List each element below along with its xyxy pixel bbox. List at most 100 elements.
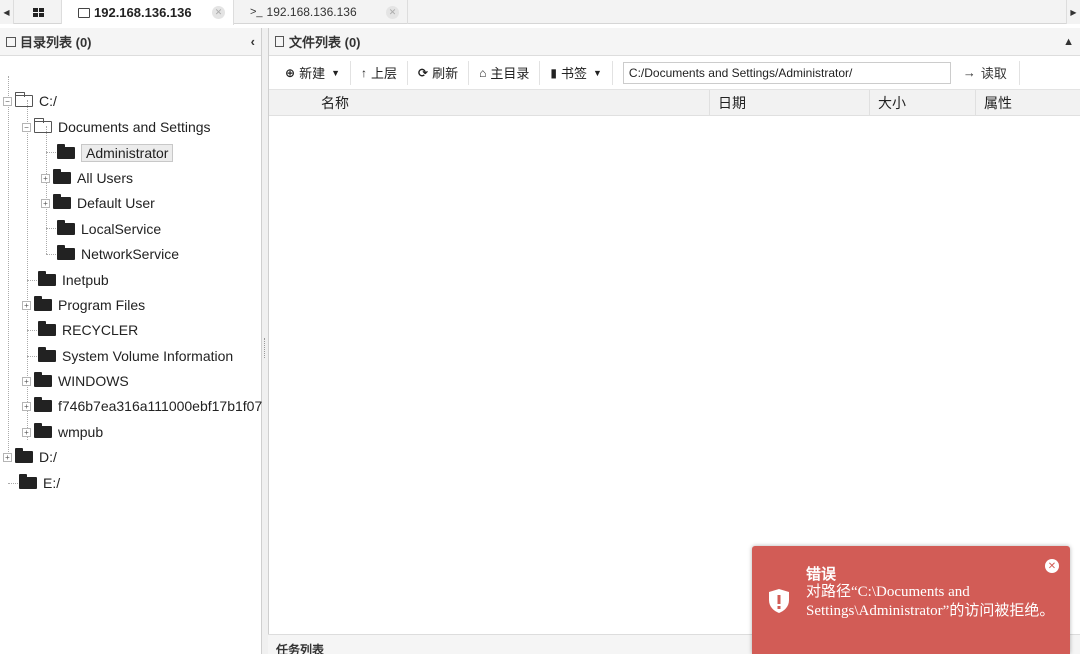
tree-node-all-users[interactable]: + All Users <box>41 166 133 190</box>
tree-node-label: RECYCLER <box>62 322 139 338</box>
file-list-header: 文件列表 (0) ▲ <box>269 28 1080 56</box>
file-toolbar: ⊕ 新建 ▼ ↑ 上层 ⟳ 刷新 ⌂ 主目录 ▮ 书签 ▼ C:/Documen… <box>269 56 1080 90</box>
new-button-label: 新建 <box>299 66 326 81</box>
expand-toggle-icon[interactable]: + <box>41 173 50 183</box>
folder-icon <box>38 271 56 286</box>
tree-node-default-user[interactable]: + Default User <box>41 191 155 215</box>
refresh-button[interactable]: ⟳ 刷新 <box>408 60 470 85</box>
folder-outline-icon <box>6 36 16 47</box>
folder-open-icon <box>15 92 33 107</box>
tree-node-administrator[interactable]: Administrator <box>57 141 174 165</box>
tree-node-d[interactable]: + D:/ <box>3 445 57 469</box>
toast-message: 对路径“C:\Documents and Settings\Administra… <box>806 584 1055 619</box>
column-name[interactable]: 名称 <box>313 90 349 116</box>
close-icon[interactable]: ✕ <box>386 5 399 19</box>
bookmark-button-label: 书签 <box>560 66 587 81</box>
file-list-title: 文件列表 (0) <box>289 35 361 50</box>
tree-node-label: Program Files <box>58 297 146 313</box>
tree-node-label: System Volume Information <box>62 348 234 364</box>
tab-file-manager-label: 192.168.136.136 <box>94 5 192 20</box>
directory-panel-title: 目录列表 (0) <box>20 35 92 50</box>
collapse-toggle-icon[interactable]: − <box>3 96 12 106</box>
file-table-header: 名称 日期 大小 属性 <box>269 90 1080 116</box>
task-list-title: 任务列表 <box>276 643 325 654</box>
error-toast: 错误 对路径“C:\Documents and Settings\Adminis… <box>752 546 1070 654</box>
caret-down-icon: ▼ <box>592 67 602 78</box>
tree-node-label: Default User <box>77 195 155 211</box>
collapse-toggle-icon[interactable]: − <box>22 122 31 132</box>
home-dir-button[interactable]: ⌂ 主目录 <box>469 60 541 85</box>
expand-toggle-icon[interactable]: + <box>22 401 31 411</box>
plus-circle-icon: ⊕ <box>285 65 296 80</box>
tab-file-manager[interactable]: 192.168.136.136 ✕ <box>62 0 234 25</box>
caret-down-icon: ▼ <box>331 67 340 78</box>
tree-node-networkservice[interactable]: NetworkService <box>57 242 179 266</box>
shield-exclamation-icon <box>769 589 789 613</box>
close-icon[interactable]: ✕ <box>1045 559 1059 573</box>
folder-icon <box>38 347 56 362</box>
folder-icon <box>53 194 71 209</box>
folder-icon <box>57 220 75 235</box>
tree-node-label: wmpub <box>58 424 104 440</box>
file-icon <box>275 36 284 47</box>
bookmark-button[interactable]: ▮ 书签 ▼ <box>540 60 613 85</box>
folder-icon <box>78 7 90 18</box>
tree-node-inetpub[interactable]: Inetpub <box>38 268 109 292</box>
tree-node-label: Administrator <box>81 144 174 162</box>
path-input[interactable]: C:/Documents and Settings/Administrator/ <box>622 61 951 84</box>
column-size[interactable]: 大小 <box>869 90 975 116</box>
expand-toggle-icon[interactable]: + <box>41 198 50 208</box>
expand-toggle-icon[interactable]: + <box>22 427 31 437</box>
folder-icon <box>57 144 75 159</box>
tree-node-label: C:/ <box>39 93 57 109</box>
folder-icon <box>19 474 37 489</box>
tree-node-hash-folder[interactable]: + f746b7ea316a111000ebf17b1f07 <box>22 394 262 418</box>
column-attributes[interactable]: 属性 <box>975 90 1080 116</box>
home-dir-button-label: 主目录 <box>490 66 530 81</box>
expand-toggle-icon[interactable]: + <box>22 376 31 386</box>
toast-title: 错误 <box>806 565 837 583</box>
expand-toggle-icon[interactable]: + <box>3 452 12 462</box>
tab-terminal[interactable]: >_ 192.168.136.136 ✕ <box>234 0 408 24</box>
tree-node-label: E:/ <box>43 475 61 491</box>
arrow-up-icon: ↑ <box>361 65 367 80</box>
tab-scroll-left-button[interactable]: ◀ <box>0 0 14 24</box>
tree-node-label: Inetpub <box>62 272 109 288</box>
tree-node-wmpub[interactable]: + wmpub <box>22 420 103 444</box>
folder-icon <box>15 448 33 463</box>
folder-icon <box>34 423 52 438</box>
expand-toggle-icon[interactable]: + <box>22 300 31 310</box>
home-tab[interactable] <box>16 0 62 24</box>
tree-node-label: WINDOWS <box>58 373 129 389</box>
tree-node-label: LocalService <box>81 221 162 237</box>
bookmark-icon: ▮ <box>550 65 557 80</box>
up-button-label: 上层 <box>371 66 398 81</box>
new-button[interactable]: ⊕ 新建 ▼ <box>275 60 351 85</box>
tree-node-c[interactable]: − C:/ <box>3 89 57 113</box>
tab-scroll-right-button[interactable]: ▶ <box>1066 0 1080 24</box>
refresh-button-label: 刷新 <box>432 66 459 81</box>
tree-node-e[interactable]: E:/ <box>19 471 60 495</box>
chevron-up-icon[interactable]: ▲ <box>1063 36 1074 48</box>
folder-icon <box>34 397 52 412</box>
tree-node-label: NetworkService <box>81 246 180 262</box>
tree-node-recycler[interactable]: RECYCLER <box>38 318 138 342</box>
tree-node-documents-and-settings[interactable]: − Documents and Settings <box>22 115 211 139</box>
tree-node-label: All Users <box>77 170 134 186</box>
tab-terminal-label: 192.168.136.136 <box>266 5 357 19</box>
folder-icon <box>34 372 52 387</box>
close-icon[interactable]: ✕ <box>212 6 225 19</box>
tree-node-localservice[interactable]: LocalService <box>57 217 161 241</box>
up-button[interactable]: ↑ 上层 <box>351 60 409 85</box>
folder-icon <box>53 169 71 184</box>
refresh-icon: ⟳ <box>418 65 429 80</box>
column-date[interactable]: 日期 <box>709 90 869 116</box>
folder-icon <box>38 321 56 336</box>
arrow-right-icon: → <box>962 65 976 80</box>
tree-node-program-files[interactable]: + Program Files <box>22 293 145 317</box>
tree-node-system-volume-information[interactable]: System Volume Information <box>38 344 233 368</box>
read-button[interactable]: → 读取 <box>962 60 1020 85</box>
tree-node-windows[interactable]: + WINDOWS <box>22 369 129 393</box>
chevron-left-icon[interactable]: ‹ <box>251 34 255 49</box>
home-icon: ⌂ <box>479 65 487 80</box>
